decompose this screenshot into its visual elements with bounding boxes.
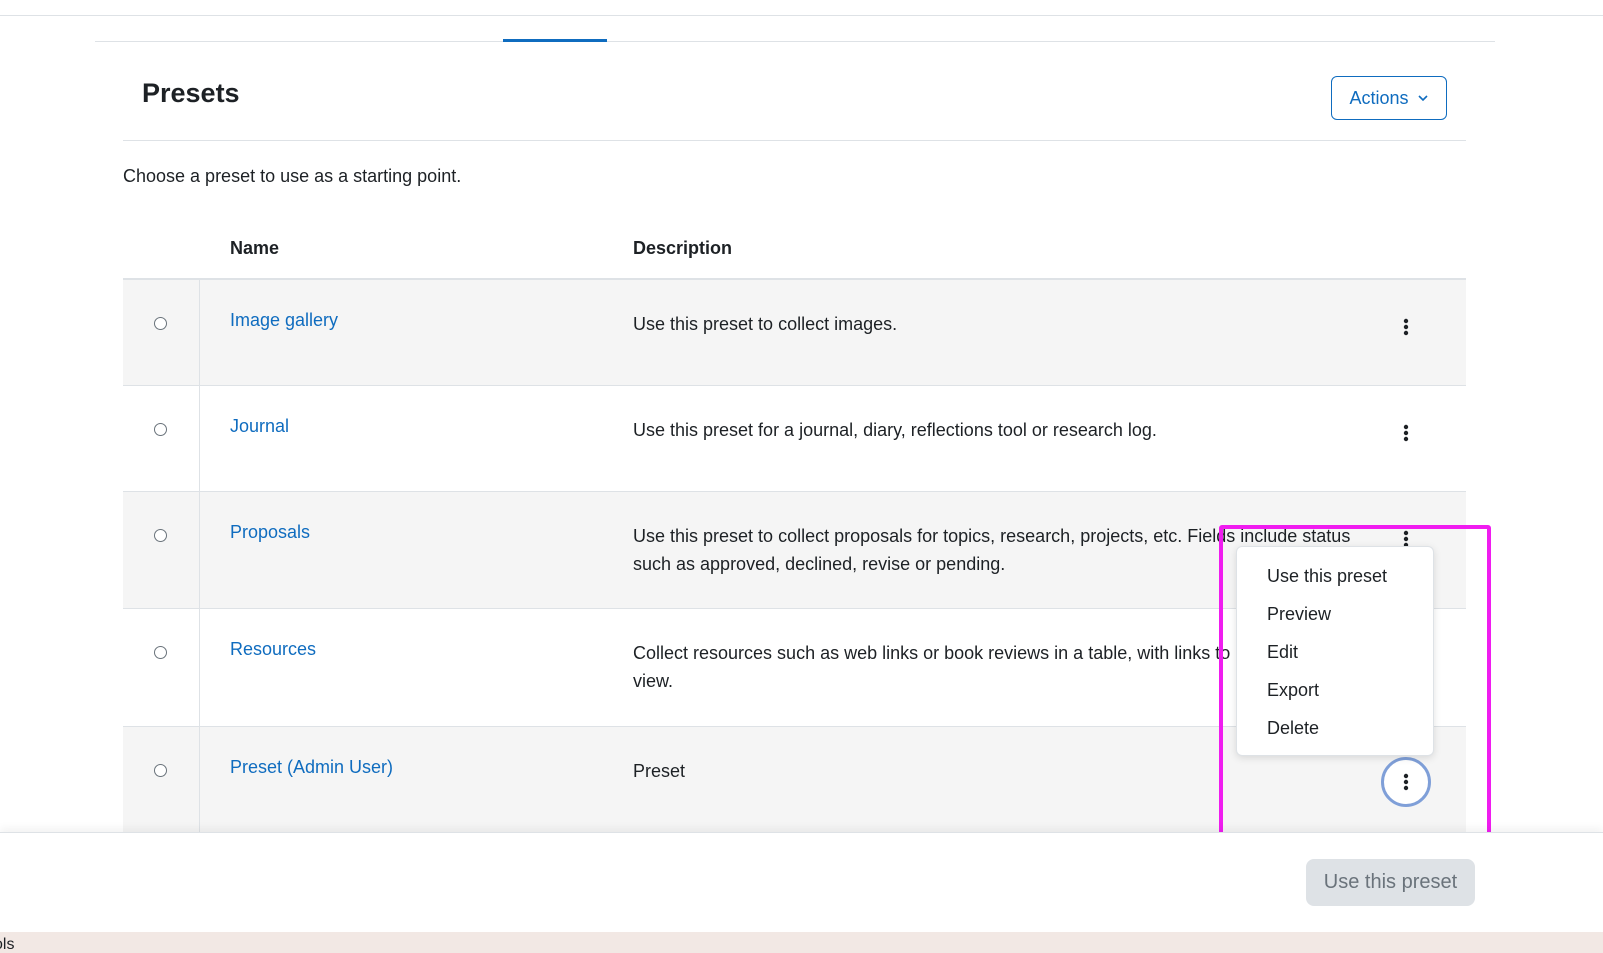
column-header-description: Description [633, 238, 733, 258]
preset-radio[interactable] [154, 764, 167, 777]
preset-description: Use this preset to collect images. [633, 314, 898, 334]
intro-text: Choose a preset to use as a starting poi… [123, 166, 462, 186]
bottom-strip: ols [0, 932, 1603, 953]
preset-name-link[interactable]: Proposals [230, 522, 310, 543]
cell-divider [199, 492, 200, 608]
menu-item-use-preset[interactable]: Use this preset [1237, 557, 1433, 595]
bottom-strip-text: ols [0, 936, 15, 953]
row-actions-button[interactable] [1381, 302, 1431, 352]
preset-description: Use this preset for a journal, diary, re… [633, 420, 1157, 440]
preset-name-link[interactable]: Preset (Admin User) [230, 757, 393, 778]
preset-radio[interactable] [154, 646, 167, 659]
table-row: Journal Use this preset for a journal, d… [123, 386, 1466, 492]
actions-button[interactable]: Actions [1331, 76, 1447, 120]
cell-divider [199, 727, 200, 837]
column-header-name: Name [230, 238, 280, 258]
sticky-footer: Use this preset [0, 832, 1603, 933]
active-tab-indicator [503, 39, 607, 42]
actions-button-label: Actions [1349, 87, 1409, 108]
kebab-icon [1403, 424, 1409, 442]
row-actions-button[interactable] [1381, 408, 1431, 458]
preset-radio[interactable] [154, 317, 167, 330]
kebab-icon [1403, 318, 1409, 336]
preset-description: Preset [633, 761, 686, 781]
preset-name-link[interactable]: Journal [230, 416, 289, 437]
cell-divider [199, 280, 200, 385]
preset-radio[interactable] [154, 423, 167, 436]
top-divider [0, 15, 1603, 16]
menu-item-edit[interactable]: Edit [1237, 633, 1433, 671]
menu-item-delete[interactable]: Delete [1237, 709, 1433, 747]
menu-item-preview[interactable]: Preview [1237, 595, 1433, 633]
menu-item-export[interactable]: Export [1237, 671, 1433, 709]
preset-radio[interactable] [154, 529, 167, 542]
tab-bar-divider [95, 41, 1495, 42]
preset-name-link[interactable]: Resources [230, 639, 316, 660]
preset-name-link[interactable]: Image gallery [230, 310, 338, 331]
row-actions-menu: Use this preset Preview Edit Export Dele… [1236, 546, 1434, 756]
cell-divider [199, 609, 200, 726]
table-header: Name Description [123, 225, 1466, 280]
kebab-icon [1403, 773, 1409, 791]
chevron-down-icon [1417, 95, 1428, 102]
header-divider [123, 140, 1466, 141]
use-preset-button[interactable]: Use this preset [1306, 859, 1475, 906]
row-actions-button[interactable] [1381, 757, 1431, 807]
cell-divider [199, 386, 200, 491]
table-row: Image gallery Use this preset to collect… [123, 280, 1466, 386]
page-title: Presets [142, 78, 240, 108]
